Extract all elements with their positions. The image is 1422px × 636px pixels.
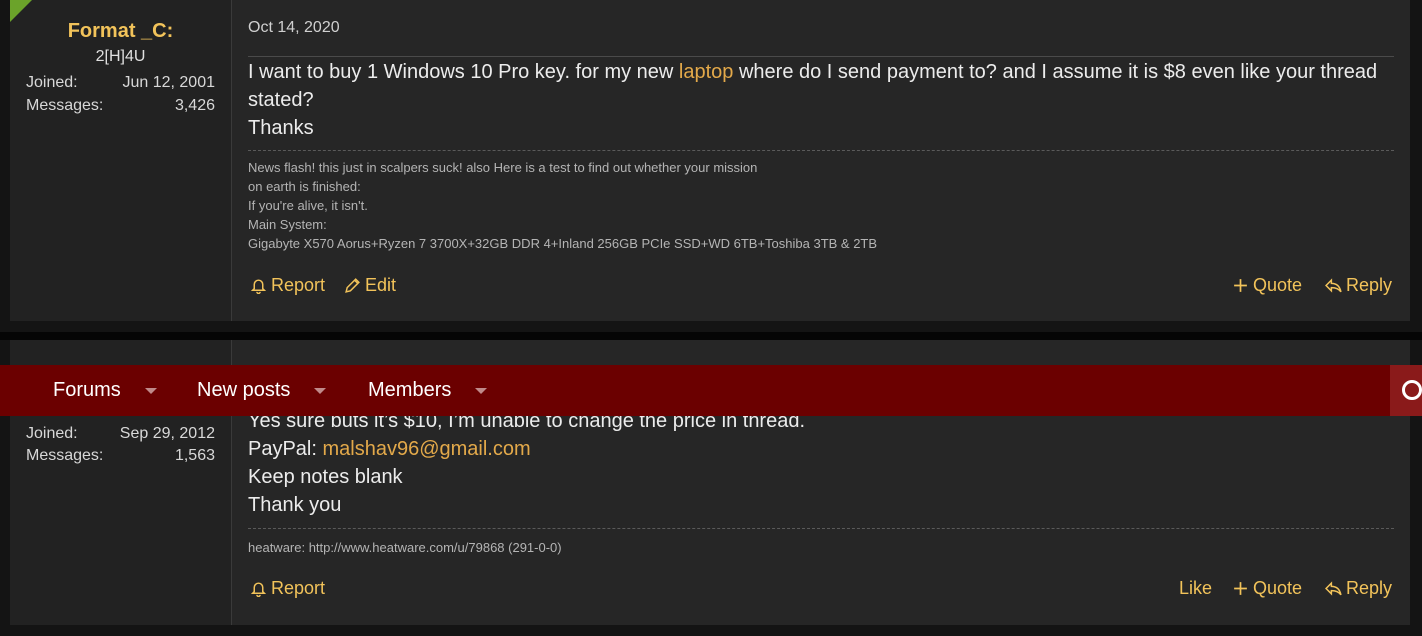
joined-label: Joined: bbox=[26, 74, 78, 91]
report-button[interactable]: Report bbox=[250, 578, 325, 599]
reply-arrow-icon bbox=[1325, 581, 1342, 596]
signature-line: If you're alive, it isn't. bbox=[248, 198, 368, 213]
signature-line: on earth is finished: bbox=[248, 179, 361, 194]
quote-label: Quote bbox=[1253, 275, 1303, 295]
bell-icon bbox=[250, 279, 267, 294]
reply-button[interactable]: Reply bbox=[1325, 578, 1392, 599]
search-button[interactable] bbox=[1390, 365, 1422, 416]
nav-forums[interactable]: Forums bbox=[53, 365, 157, 416]
plus-icon bbox=[1234, 582, 1247, 595]
edit-button[interactable]: Edit bbox=[344, 275, 396, 296]
online-flag-icon bbox=[10, 0, 32, 22]
edit-label: Edit bbox=[365, 275, 397, 295]
post-header-divider bbox=[248, 56, 1394, 57]
post-body: Yes sure buts it’s $10, I’m unable to ch… bbox=[248, 407, 1394, 519]
user-info: Format _C: 2[H]4U Joined: Jun 12, 2001 M… bbox=[10, 0, 232, 321]
report-label: Report bbox=[271, 275, 326, 295]
joined-label: Joined: bbox=[26, 425, 78, 442]
quote-button[interactable]: Quote bbox=[1232, 275, 1302, 296]
body-line: stated? bbox=[248, 89, 314, 111]
quote-button[interactable]: Quote bbox=[1232, 578, 1302, 599]
sticky-navbar: Forums New posts Members bbox=[0, 365, 1422, 416]
signature-divider bbox=[248, 528, 1394, 529]
nav-members-label: Members bbox=[368, 379, 452, 401]
username[interactable]: Format _C: bbox=[10, 20, 231, 43]
messages-row: Messages: 3,426 bbox=[26, 97, 215, 115]
post-1: Format _C: 2[H]4U Joined: Jun 12, 2001 M… bbox=[10, 0, 1410, 321]
chevron-down-icon[interactable] bbox=[144, 387, 157, 394]
messages-label: Messages: bbox=[26, 97, 104, 114]
signature-line: Main System: bbox=[248, 217, 327, 232]
quote-label: Quote bbox=[1253, 578, 1303, 598]
body-text: where do I send payment to? and I assume… bbox=[733, 61, 1378, 83]
messages-label: Messages: bbox=[26, 447, 104, 464]
body-text: PayPal: bbox=[248, 438, 323, 460]
signature-divider bbox=[248, 150, 1394, 151]
body-line: PayPal: malshav96@gmail.com bbox=[248, 435, 1394, 463]
laptop-link[interactable]: laptop bbox=[679, 61, 734, 83]
joined-value: Sep 29, 2012 bbox=[119, 425, 215, 442]
post-actions: Report Edit Quote Reply bbox=[248, 275, 1394, 301]
nav-new-posts[interactable]: New posts bbox=[197, 365, 327, 416]
post-body: I want to buy 1 Windows 10 Pro key. for … bbox=[248, 58, 1394, 142]
report-button[interactable]: Report bbox=[250, 275, 325, 296]
post-date[interactable]: Oct 14, 2020 bbox=[248, 19, 340, 37]
joined-value: Jun 12, 2001 bbox=[122, 74, 215, 91]
pencil-icon bbox=[345, 278, 360, 293]
messages-value: 1,563 bbox=[174, 447, 215, 464]
report-label: Report bbox=[271, 578, 326, 598]
messages-row: Messages: 1,563 bbox=[26, 447, 215, 465]
messages-value: 3,426 bbox=[174, 97, 215, 114]
like-button[interactable]: Like bbox=[1179, 578, 1212, 599]
body-line: I want to buy 1 Windows 10 Pro key. for … bbox=[248, 58, 1394, 86]
signature-line: News flash! this just in scalpers suck! … bbox=[248, 160, 758, 175]
reply-label: Reply bbox=[1346, 275, 1393, 295]
bell-icon bbox=[250, 582, 267, 597]
nav-forums-label: Forums bbox=[53, 379, 121, 401]
nav-new-posts-label: New posts bbox=[197, 379, 291, 401]
post-main: Oct 14, 2020 I want to buy 1 Windows 10 … bbox=[248, 0, 1394, 321]
search-icon bbox=[1402, 380, 1422, 400]
signature-line[interactable]: heatware: http://www.heatware.com/u/7986… bbox=[248, 538, 1394, 557]
reply-label: Reply bbox=[1346, 578, 1393, 598]
user-title: 2[H]4U bbox=[95, 48, 146, 65]
joined-row: Joined: Jun 12, 2001 bbox=[26, 74, 215, 92]
body-line: Keep notes blank bbox=[248, 466, 403, 488]
post-separator bbox=[0, 332, 1422, 340]
like-label: Like bbox=[1179, 578, 1213, 598]
plus-icon bbox=[1234, 279, 1247, 292]
signature-line: Gigabyte X570 Aorus+Ryzen 7 3700X+32GB D… bbox=[248, 236, 878, 251]
post-actions: Report Like Quote Reply bbox=[248, 578, 1394, 604]
signature: heatware: http://www.heatware.com/u/7986… bbox=[248, 538, 1394, 557]
body-text: I want to buy 1 Windows 10 Pro key. for … bbox=[248, 61, 679, 83]
signature: News flash! this just in scalpers suck! … bbox=[248, 158, 1394, 253]
reply-arrow-icon bbox=[1325, 278, 1342, 293]
email-link[interactable]: malshav96@gmail.com bbox=[322, 438, 530, 460]
reply-button[interactable]: Reply bbox=[1325, 275, 1392, 296]
body-line: Thank you bbox=[248, 494, 342, 516]
chevron-down-icon[interactable] bbox=[475, 387, 488, 394]
chevron-down-icon[interactable] bbox=[314, 387, 327, 394]
nav-members[interactable]: Members bbox=[368, 365, 488, 416]
body-line: Thanks bbox=[248, 117, 314, 139]
joined-row: Joined: Sep 29, 2012 bbox=[26, 425, 215, 443]
